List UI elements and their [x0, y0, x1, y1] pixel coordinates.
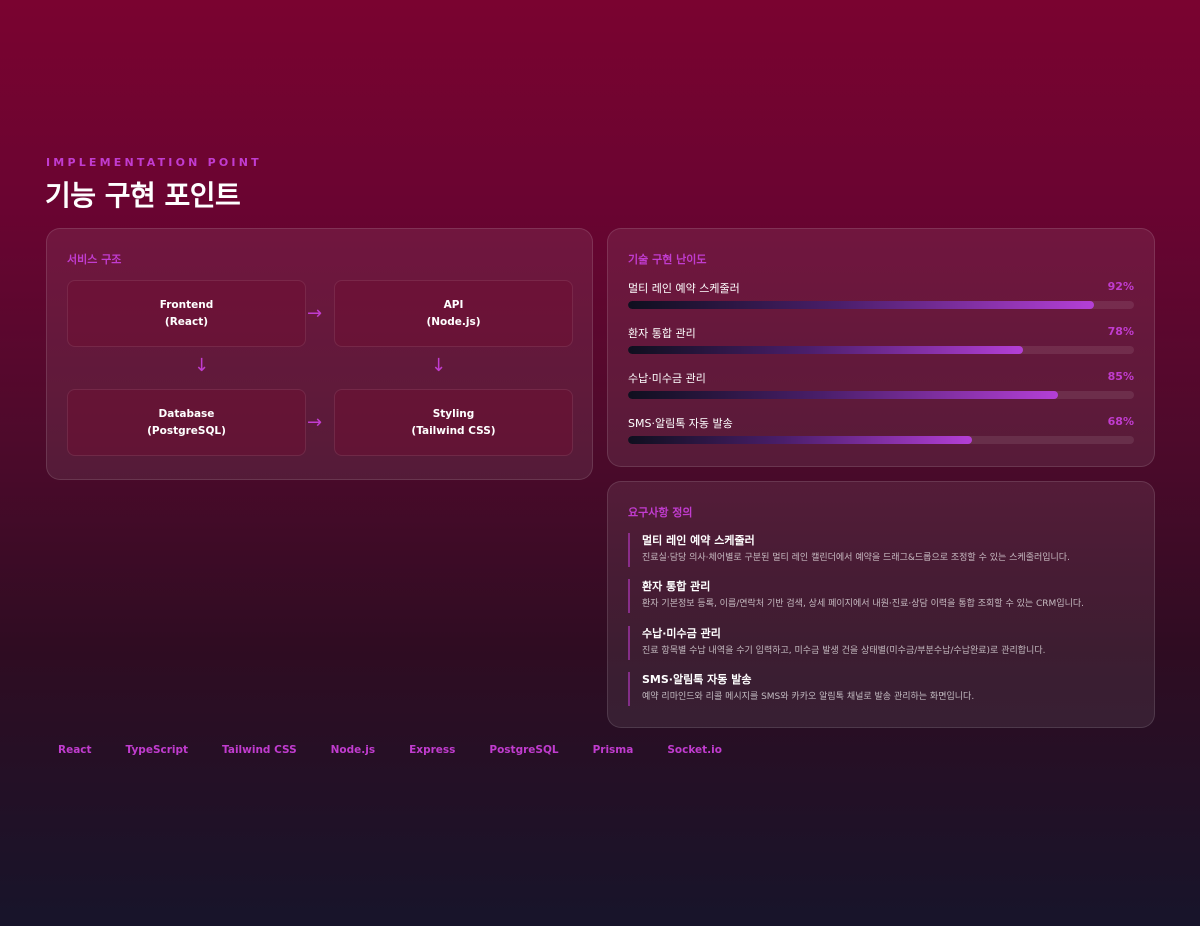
section-eyebrow: IMPLEMENTATION POINT — [46, 156, 262, 169]
database-box: Database (PostgreSQL) — [67, 389, 306, 456]
requirement-item: 환자 통합 관리 환자 기본정보 등록, 이름/연락처 기반 검색, 상세 페이… — [628, 579, 1134, 613]
difficulty-percent: 68% — [1107, 415, 1134, 428]
difficulty-label: SMS·알림톡 자동 발송 — [628, 417, 733, 430]
tech-tag-tailwind: Tailwind CSS — [222, 744, 297, 756]
database-box-tech: (PostgreSQL) — [147, 424, 226, 437]
database-box-name: Database — [158, 407, 215, 420]
requirement-item: 수납·미수금 관리 진료 항목별 수납 내역을 수기 입력하고, 미수금 발생 … — [628, 626, 1134, 660]
tech-tag-prisma: Prisma — [592, 744, 634, 756]
requirement-item: 멀티 레인 예약 스케줄러 진료실·담당 의사·체어별로 구분된 멀티 레인 캘… — [628, 533, 1134, 567]
progress-track — [628, 346, 1134, 354]
progress-fill — [628, 436, 973, 444]
frontend-box-tech: (React) — [164, 315, 209, 328]
tech-tag-socketio: Socket.io — [667, 744, 722, 756]
frontend-box: Frontend (React) — [67, 280, 306, 347]
requirement-desc: 환자 기본정보 등록, 이름/연락처 기반 검색, 상세 페이지에서 내원·진료… — [642, 599, 1085, 609]
tech-tag-nodejs: Node.js — [330, 744, 376, 756]
api-box: API (Node.js) — [334, 280, 573, 347]
page-title: 기능 구현 포인트 — [45, 179, 241, 212]
styling-box: Styling (Tailwind CSS) — [334, 389, 573, 456]
difficulty-label: 환자 통합 관리 — [628, 327, 696, 340]
difficulty-row: 수납·미수금 관리 85% — [628, 370, 1134, 410]
requirement-title: SMS·알림톡 자동 발송 — [642, 673, 752, 686]
progress-track — [628, 391, 1134, 399]
difficulty-percent: 78% — [1107, 325, 1134, 338]
styling-box-name: Styling — [432, 407, 475, 420]
tech-tag-react: React — [58, 744, 92, 756]
requirements-card: 요구사항 정의 멀티 레인 예약 스케줄러 진료실·담당 의사·체어별로 구분된… — [607, 481, 1155, 728]
progress-fill — [628, 391, 1059, 399]
requirement-desc: 예약 리마인드와 리콜 메시지를 SMS와 카카오 알림톡 채널로 발송 관리하… — [642, 692, 975, 702]
difficulty-row: 환자 통합 관리 78% — [628, 325, 1134, 365]
difficulty-card-title: 기술 구현 난이도 — [628, 253, 707, 266]
arrow-right-icon: → — [307, 303, 323, 324]
tech-tag-typescript: TypeScript — [125, 744, 189, 756]
difficulty-row: SMS·알림톡 자동 발송 68% — [628, 415, 1134, 455]
requirement-title: 수납·미수금 관리 — [642, 627, 721, 640]
architecture-card: 서비스 구조 Frontend (React) API (Node.js) Da… — [46, 228, 593, 480]
requirement-desc: 진료 항목별 수납 내역을 수기 입력하고, 미수금 발생 건을 상태별(미수금… — [642, 646, 1046, 656]
progress-fill — [628, 346, 1023, 354]
tech-stack-list: React TypeScript Tailwind CSS Node.js Ex… — [58, 744, 756, 756]
tech-tag-express: Express — [409, 744, 456, 756]
requirement-desc: 진료실·담당 의사·체어별로 구분된 멀티 레인 캘린더에서 예약을 드래그&드… — [642, 553, 1070, 563]
progress-fill — [628, 301, 1094, 309]
arrow-right-icon: → — [307, 412, 323, 433]
arrow-down-icon: ↓ — [194, 355, 210, 376]
difficulty-percent: 85% — [1107, 370, 1134, 383]
styling-box-tech: (Tailwind CSS) — [411, 424, 496, 437]
tech-tag-postgresql: PostgreSQL — [489, 744, 559, 756]
requirement-title: 멀티 레인 예약 스케줄러 — [642, 534, 755, 547]
difficulty-card: 기술 구현 난이도 멀티 레인 예약 스케줄러 92% 환자 통합 관리 78%… — [607, 228, 1155, 467]
requirements-card-title: 요구사항 정의 — [628, 506, 693, 519]
arrow-down-icon: ↓ — [431, 355, 447, 376]
requirement-item: SMS·알림톡 자동 발송 예약 리마인드와 리콜 메시지를 SMS와 카카오 … — [628, 672, 1134, 706]
frontend-box-name: Frontend — [159, 298, 214, 311]
difficulty-row: 멀티 레인 예약 스케줄러 92% — [628, 280, 1134, 320]
difficulty-label: 멀티 레인 예약 스케줄러 — [628, 282, 740, 295]
difficulty-percent: 92% — [1107, 280, 1134, 293]
difficulty-label: 수납·미수금 관리 — [628, 372, 706, 385]
architecture-card-title: 서비스 구조 — [67, 253, 122, 266]
api-box-tech: (Node.js) — [426, 315, 481, 328]
api-box-name: API — [443, 298, 464, 311]
progress-track — [628, 301, 1134, 309]
progress-track — [628, 436, 1134, 444]
requirement-title: 환자 통합 관리 — [642, 580, 711, 593]
